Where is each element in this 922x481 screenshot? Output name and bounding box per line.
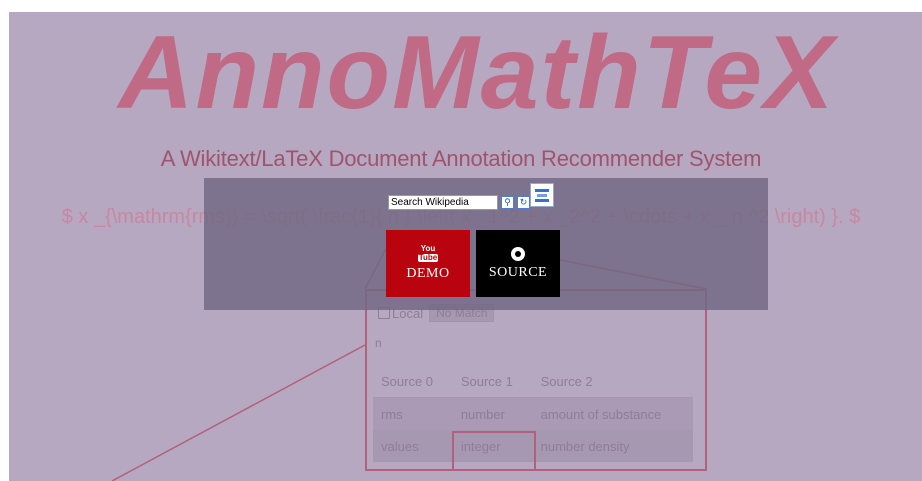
youtube-icon-bottom: Tube bbox=[417, 253, 439, 262]
recommendation-cell[interactable]: rms bbox=[373, 397, 453, 430]
recommendation-cell[interactable]: number density bbox=[532, 430, 693, 462]
demo-button[interactable]: You Tube DEMO bbox=[386, 230, 470, 297]
app-logo: AnnoMathTeX bbox=[118, 15, 836, 131]
wikipedia-logo-icon[interactable] bbox=[530, 183, 554, 207]
source-label: SOURCE bbox=[488, 264, 548, 280]
selected-cell-highlight bbox=[452, 431, 536, 471]
wikipedia-search: ⚲ ↻ bbox=[388, 195, 530, 210]
table-header-row: Source 0 Source 1 Source 2 bbox=[373, 366, 693, 398]
recommendation-cell[interactable]: values bbox=[373, 430, 453, 462]
source-button[interactable]: SOURCE bbox=[476, 230, 560, 297]
wikipedia-search-input[interactable] bbox=[388, 195, 498, 210]
app-subtitle: A Wikitext/LaTeX Document Annotation Rec… bbox=[160, 146, 762, 171]
table-row: rms number amount of substance bbox=[373, 397, 693, 430]
github-icon bbox=[511, 246, 525, 261]
recommendation-cell[interactable]: amount of substance bbox=[532, 397, 693, 430]
column-header: Source 2 bbox=[532, 366, 693, 398]
column-header: Source 0 bbox=[373, 366, 453, 398]
demo-label: DEMO bbox=[406, 266, 450, 281]
youtube-icon: You Tube bbox=[417, 244, 439, 262]
magnifier-icon[interactable]: ⚲ bbox=[501, 196, 514, 209]
recommendation-cell[interactable]: number bbox=[452, 397, 533, 430]
refresh-icon[interactable]: ↻ bbox=[517, 196, 530, 209]
youtube-icon-top: You bbox=[420, 244, 436, 253]
left-margin bbox=[0, 0, 9, 481]
identifier-label: n bbox=[375, 336, 382, 350]
annomathtex-page: AnnoMathTeX A Wikitext/LaTeX Document An… bbox=[0, 0, 922, 481]
column-header: Source 1 bbox=[452, 366, 533, 398]
